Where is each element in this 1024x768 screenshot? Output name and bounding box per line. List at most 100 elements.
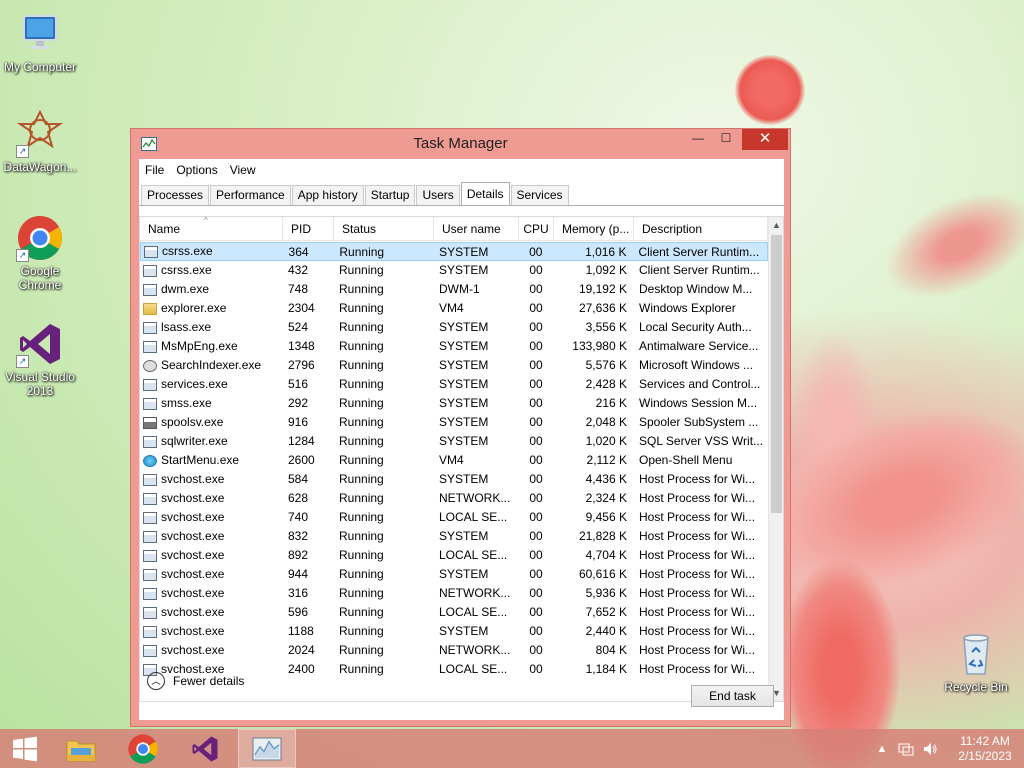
cell-name: csrss.exe — [140, 261, 283, 280]
table-row[interactable]: MsMpEng.exe 1348 Running SYSTEM 00 133,980 K A… — [140, 337, 768, 356]
desktop-icon-google-chrome[interactable]: ↗ Google Chrome — [0, 214, 80, 292]
cell-name: lsass.exe — [140, 318, 283, 337]
column-header-cpu[interactable]: CPU — [519, 217, 554, 241]
visual-studio-icon — [192, 736, 218, 761]
desktop-icon-datawagon[interactable]: ↗ DataWagon... — [0, 109, 80, 174]
table-row[interactable]: SearchIndexer.exe 2796 Running SYSTEM 00 5,57… — [140, 356, 768, 375]
tab-processes[interactable]: Processes — [141, 185, 210, 205]
table-row[interactable]: svchost.exe 892 Running LOCAL SE... 00 4,704 … — [140, 546, 768, 565]
cell-pid: 1284 — [288, 434, 315, 448]
cell-memory: 7,652 K — [585, 605, 627, 619]
process-name: csrss.exe — [161, 263, 212, 277]
table-row[interactable]: svchost.exe 584 Running SYSTEM 00 4,436 K Host… — [140, 470, 768, 489]
column-header-status[interactable]: Status — [334, 217, 434, 241]
process-details-table: ^ Name PID Status User name CPU Memory (… — [139, 216, 784, 702]
table-row[interactable]: svchost.exe 2024 Running NETWORK... 00 804 K H… — [140, 641, 768, 660]
folder-icon — [66, 740, 96, 761]
cell-status: Running — [339, 453, 384, 467]
process-icon — [143, 549, 157, 562]
tab-users[interactable]: Users — [416, 185, 460, 205]
column-header-description[interactable]: Description — [634, 217, 768, 241]
cell-pid: 432 — [288, 263, 309, 277]
tab-details[interactable]: Details — [460, 182, 510, 205]
cell-status: Running — [339, 282, 384, 296]
tab-app-history[interactable]: App history — [291, 185, 364, 205]
table-row[interactable]: svchost.exe 832 Running SYSTEM 00 21,828 K Hos… — [140, 527, 768, 546]
cell-cpu: 00 — [529, 662, 543, 676]
tab-services[interactable]: Services — [510, 185, 569, 205]
process-name: StartMenu.exe — [161, 453, 240, 467]
tab-startup[interactable]: Startup — [364, 185, 416, 205]
table-row[interactable]: services.exe 516 Running SYSTEM 00 2,428 K Ser… — [140, 375, 768, 394]
cell-user-name: SYSTEM — [439, 434, 489, 448]
menu-file[interactable]: File — [139, 163, 170, 177]
cell-memory: 27,636 K — [578, 301, 627, 315]
table-row[interactable]: csrss.exe 432 Running SYSTEM 00 1,092 K Client… — [140, 261, 768, 280]
table-row[interactable]: sqlwriter.exe 1284 Running SYSTEM 00 1,020 K S… — [140, 432, 768, 451]
vertical-scrollbar[interactable]: ▲ ▼ — [768, 217, 783, 701]
cell-memory: 216 K — [595, 396, 627, 410]
table-row[interactable]: smss.exe 292 Running SYSTEM 00 216 K Windows S… — [140, 394, 768, 413]
chrome-icon: ↗ — [16, 214, 64, 262]
process-icon — [143, 644, 157, 657]
show-hidden-icons-chevron-icon[interactable]: ▲ — [874, 741, 890, 757]
tab-performance[interactable]: Performance — [210, 185, 291, 205]
table-row[interactable]: svchost.exe 944 Running SYSTEM 00 60,616 K Hos… — [140, 565, 768, 584]
table-row[interactable]: csrss.exe 364 Running SYSTEM 00 1,016 K Client… — [140, 242, 768, 261]
process-icon — [143, 473, 157, 486]
window-client-area: File Options View Processes Performance … — [139, 159, 784, 720]
cell-memory: 2,324 K — [585, 491, 627, 505]
column-header-memory[interactable]: Memory (p... — [554, 217, 634, 241]
table-row[interactable]: svchost.exe 596 Running LOCAL SE... 00 7,652 … — [140, 603, 768, 622]
clock[interactable]: 11:42 AM 2/15/2023 — [946, 734, 1024, 764]
desktop-icon-recycle-bin[interactable]: Recycle Bin — [936, 630, 1016, 694]
table-row[interactable]: explorer.exe 2304 Running VM4 00 27,636 K Wind… — [140, 299, 768, 318]
cell-pid: 2304 — [288, 301, 315, 315]
scroll-thumb[interactable] — [771, 235, 782, 513]
table-row[interactable]: StartMenu.exe 2600 Running VM4 00 2,112 K Open… — [140, 451, 768, 470]
title-bar[interactable]: Task Manager — ☐ ✕ — [131, 129, 790, 159]
column-header-pid[interactable]: PID — [283, 217, 334, 241]
cell-name: SearchIndexer.exe — [140, 356, 283, 375]
desktop-icon-label: Google Chrome — [18, 264, 62, 292]
taskbar-visual-studio[interactable] — [180, 729, 230, 768]
table-row[interactable]: svchost.exe 740 Running LOCAL SE... 00 9,456 … — [140, 508, 768, 527]
cell-user-name: SYSTEM — [439, 415, 489, 429]
table-header: ^ Name PID Status User name CPU Memory (… — [140, 217, 768, 241]
table-row[interactable]: svchost.exe 628 Running NETWORK... 00 2,324 K… — [140, 489, 768, 508]
desktop-icon-visual-studio[interactable]: ↗ Visual Studio 2013 — [0, 320, 80, 398]
menu-view[interactable]: View — [224, 163, 262, 177]
volume-icon[interactable] — [922, 741, 938, 757]
taskbar-google-chrome[interactable] — [118, 729, 168, 768]
table-row[interactable]: spoolsv.exe 916 Running SYSTEM 00 2,048 K Spoo… — [140, 413, 768, 432]
cell-description: Host Process for Wi... — [639, 662, 756, 676]
table-row[interactable]: svchost.exe 1188 Running SYSTEM 00 2,440 K Hos… — [140, 622, 768, 641]
minimize-button[interactable]: — — [684, 129, 712, 150]
cell-user-name: SYSTEM — [439, 377, 489, 391]
process-icon — [143, 492, 157, 505]
taskbar-task-manager[interactable] — [238, 729, 296, 768]
maximize-button[interactable]: ☐ — [712, 129, 740, 150]
start-button[interactable] — [0, 729, 50, 768]
scroll-up-arrow-icon[interactable]: ▲ — [769, 217, 783, 233]
table-row[interactable]: dwm.exe 748 Running DWM-1 00 19,192 K Desktop … — [140, 280, 768, 299]
column-header-name[interactable]: ^ Name — [140, 217, 283, 241]
taskbar-file-explorer[interactable] — [56, 729, 106, 768]
cell-description: Open-Shell Menu — [639, 453, 733, 467]
column-header-user-name[interactable]: User name — [434, 217, 519, 241]
cell-description: Host Process for Wi... — [639, 567, 756, 581]
network-icon[interactable] — [898, 741, 914, 757]
desktop-icon-label: Visual Studio 2013 — [5, 370, 75, 398]
end-task-button[interactable]: End task — [691, 685, 774, 707]
cell-description: Host Process for Wi... — [639, 529, 756, 543]
desktop-icon-my-computer[interactable]: My Computer — [0, 10, 80, 74]
table-row[interactable]: svchost.exe 316 Running NETWORK... 00 5,936 K… — [140, 584, 768, 603]
close-button[interactable]: ✕ — [742, 129, 788, 150]
process-name: svchost.exe — [161, 529, 225, 543]
cell-cpu: 00 — [529, 624, 543, 638]
table-row[interactable]: lsass.exe 524 Running SYSTEM 00 3,556 K Local … — [140, 318, 768, 337]
menu-options[interactable]: Options — [170, 163, 223, 177]
cell-pid: 596 — [288, 605, 309, 619]
fewer-details-link[interactable]: ︿ Fewer details — [147, 672, 244, 690]
cell-pid: 628 — [288, 491, 309, 505]
